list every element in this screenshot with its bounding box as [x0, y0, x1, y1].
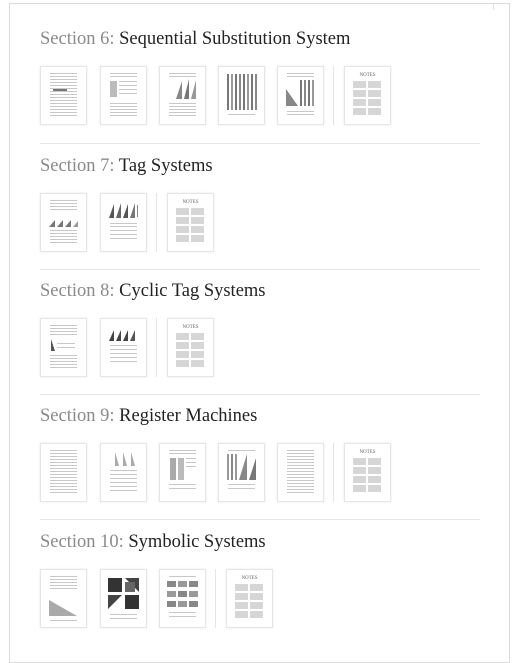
section-6: Section 6: Sequential Substitution Syste…	[40, 28, 480, 126]
page-thumbnail[interactable]	[100, 569, 147, 628]
svg-text:NOTES: NOTES	[241, 576, 257, 581]
notes-divider	[215, 569, 216, 628]
section-title[interactable]: Section 6: Sequential Substitution Syste…	[40, 28, 480, 50]
section-label: Section 6:	[40, 29, 115, 49]
section-title[interactable]: Section 9: Register Machines	[40, 405, 480, 427]
svg-text:NOTES: NOTES	[359, 450, 375, 455]
notes-divider	[156, 193, 157, 252]
section-separator	[40, 269, 480, 270]
section-name: Cyclic Tag Systems	[119, 281, 266, 301]
panel-tab-edge	[493, 4, 494, 10]
notes-thumbnail[interactable]: NOTES	[344, 66, 391, 125]
section-9: Section 9: Register Machines NOTES	[40, 405, 480, 503]
section-8: Section 8: Cyclic Tag Systems NOTES	[40, 280, 480, 378]
section-name: Register Machines	[119, 406, 258, 426]
section-separator	[40, 394, 480, 395]
page-thumbnail[interactable]	[159, 66, 206, 125]
page-thumbnail[interactable]	[40, 318, 87, 377]
notes-divider	[333, 443, 334, 502]
page-thumbnail[interactable]	[159, 569, 206, 628]
page-thumbnail[interactable]	[218, 66, 265, 125]
section-separator	[40, 143, 480, 144]
section-title[interactable]: Section 8: Cyclic Tag Systems	[40, 280, 480, 302]
notes-divider	[156, 318, 157, 377]
page-thumbnail[interactable]	[100, 193, 147, 252]
page-thumbnail[interactable]	[40, 66, 87, 125]
section-label: Section 7:	[40, 156, 115, 176]
notes-thumbnail[interactable]: NOTES	[226, 569, 273, 628]
section-label: Section 10:	[40, 532, 124, 552]
section-7: Section 7: Tag Systems NOTES	[40, 155, 480, 253]
svg-text:NOTES: NOTES	[182, 325, 198, 330]
notes-thumbnail[interactable]: NOTES	[344, 443, 391, 502]
page-thumbnails: NOTES	[40, 569, 480, 629]
page-thumbnail[interactable]	[277, 443, 324, 502]
page-thumbnail[interactable]	[100, 318, 147, 377]
section-name: Symbolic Systems	[128, 532, 266, 552]
svg-text:NOTES: NOTES	[182, 200, 198, 205]
section-title[interactable]: Section 7: Tag Systems	[40, 155, 480, 177]
section-title[interactable]: Section 10: Symbolic Systems	[40, 531, 480, 553]
section-name: Sequential Substitution System	[119, 29, 351, 49]
page-thumbnail[interactable]	[40, 443, 87, 502]
page-thumbnail[interactable]	[159, 443, 206, 502]
page-thumbnails: NOTES	[40, 193, 480, 253]
page-thumbnails: NOTES	[40, 443, 480, 503]
page-thumbnail[interactable]	[100, 66, 147, 125]
section-name: Tag Systems	[118, 156, 213, 176]
notes-thumbnail[interactable]: NOTES	[167, 193, 214, 252]
page-thumbnail[interactable]	[40, 193, 87, 252]
page-thumbnail[interactable]	[40, 569, 87, 628]
sections-panel: Section 6: Sequential Substitution Syste…	[9, 3, 510, 663]
page-thumbnail[interactable]	[277, 66, 324, 125]
svg-text:NOTES: NOTES	[359, 73, 375, 78]
section-separator	[40, 519, 480, 520]
page-thumbnails: NOTES	[40, 66, 480, 126]
page-thumbnail[interactable]	[218, 443, 265, 502]
notes-divider	[333, 66, 334, 125]
page-thumbnail[interactable]	[100, 443, 147, 502]
section-10: Section 10: Symbolic Systems NOTES	[40, 531, 480, 629]
page-thumbnails: NOTES	[40, 318, 480, 378]
notes-thumbnail[interactable]: NOTES	[167, 318, 214, 377]
section-label: Section 8:	[40, 281, 115, 301]
section-label: Section 9:	[40, 406, 115, 426]
